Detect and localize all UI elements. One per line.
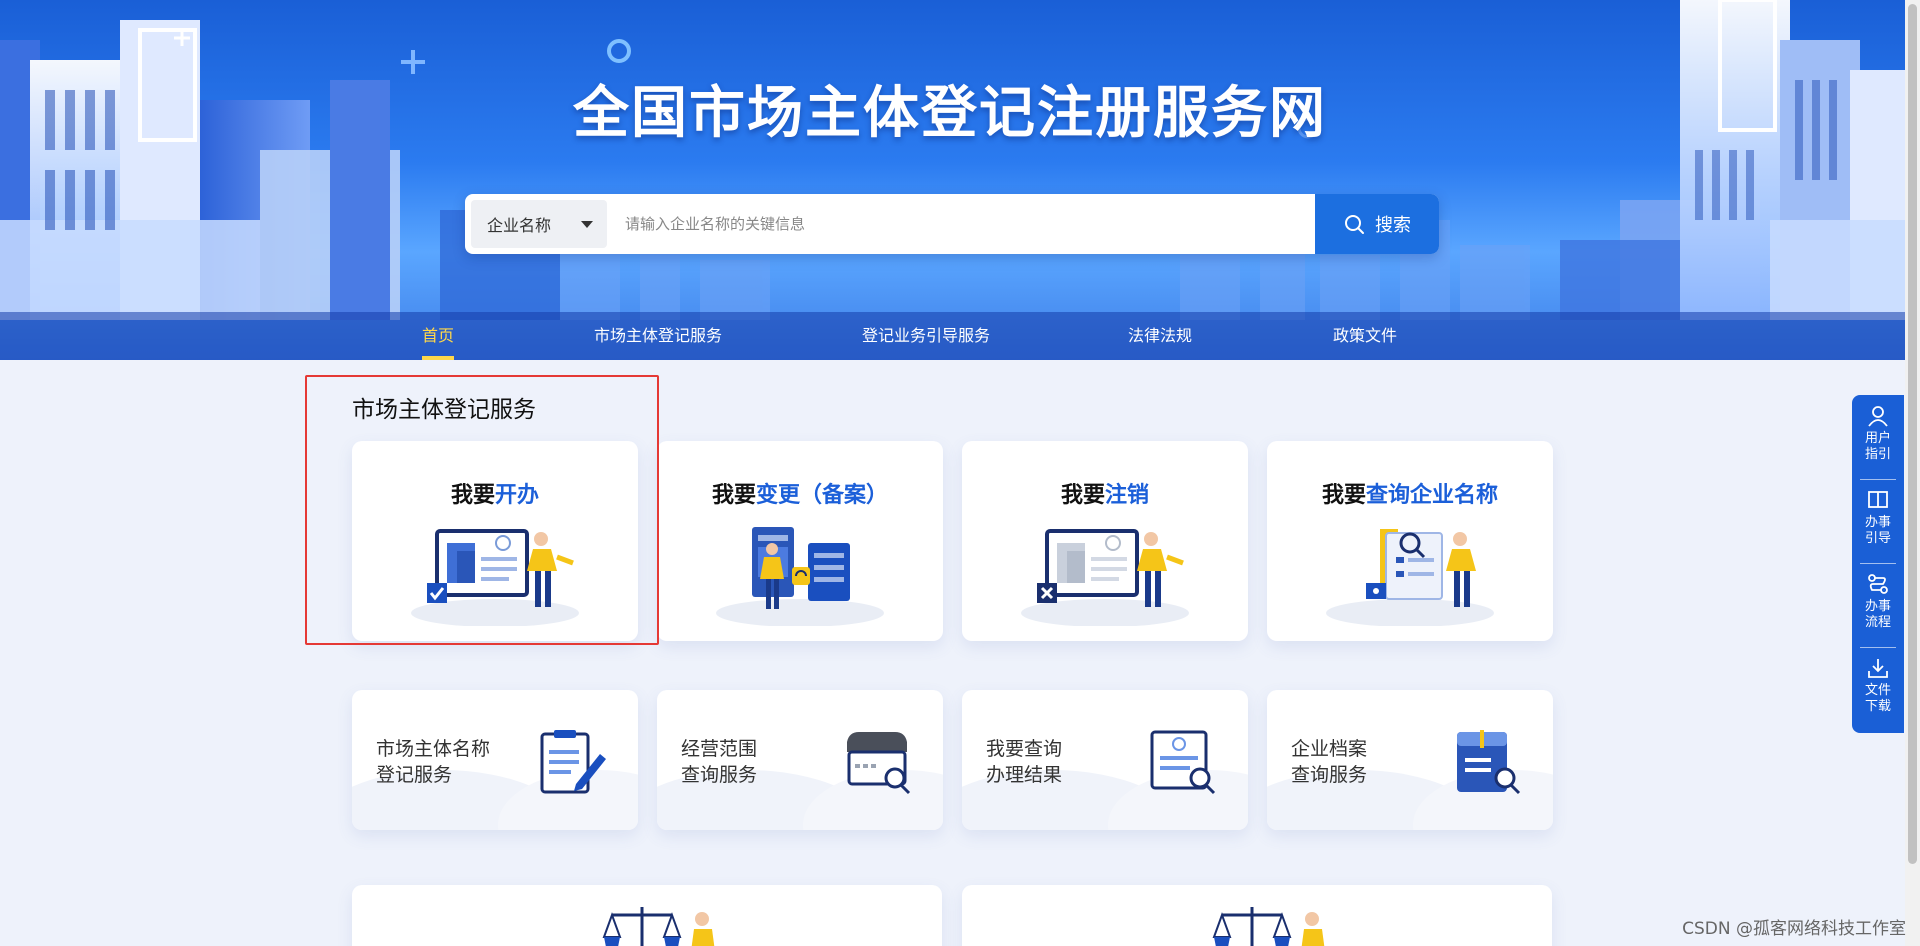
float-item-service-flow[interactable]: 办事 流程 [1852,563,1904,647]
right-float-toolbar: 用户 指引 办事 引导 办事 流程 文件 下载 [1852,395,1904,733]
watermark: CSDN @孤客网络科技工作室 [1682,919,1906,939]
float-item-label: 办事 流程 [1864,599,1891,630]
float-item-user-guide[interactable]: 用户 指引 [1852,395,1904,479]
card-title: 我要查询企业名称 [1321,483,1499,508]
highlight-box [305,375,659,645]
service-card-label: 企业档案 查询服务 [1291,738,1368,786]
bottom-card-right[interactable] [962,885,1552,946]
search-input[interactable] [615,200,1275,248]
nav-item-home[interactable]: 首页 [422,312,455,360]
city-skyline-background [0,0,1920,320]
service-card-archive-query[interactable]: 企业档案 查询服务 [1267,690,1553,830]
float-item-label: 用户 指引 [1864,431,1891,462]
bottom-card-left[interactable] [352,885,942,946]
float-item-service-guide[interactable]: 办事 引导 [1852,479,1904,563]
scales-of-justice-illustration [602,907,715,946]
service-card-label: 市场主体名称 登记服务 [376,738,491,786]
archive-search-icon [1457,730,1521,795]
card-title: 我要变更（备案） [711,483,889,508]
search-bar: 企业名称 搜索 [465,194,1439,254]
service-card-label: 我要查询 办理结果 [986,738,1063,786]
query-name-illustration [1326,529,1494,626]
service-card-query-result[interactable]: 我要查询 办理结果 [962,690,1248,830]
download-icon [1868,659,1888,678]
scales-of-justice-illustration [1212,907,1325,946]
deregister-illustration [1021,529,1189,626]
chevron-down-icon [581,221,593,228]
flow-icon [1868,574,1888,594]
service-card-business-scope[interactable]: 经营范围 查询服务 [657,690,943,830]
shop-search-icon [847,732,911,795]
scrollbar-thumb[interactable] [1908,4,1917,864]
card-query-name[interactable]: 我要查询企业名称 [1267,441,1553,641]
change-filing-illustration [716,527,884,626]
search-icon [1345,215,1364,234]
service-card-label: 经营范围 查询服务 [681,738,758,786]
service-card-name-registration[interactable]: 市场主体名称 登记服务 [352,690,638,830]
float-item-label: 文件 下载 [1864,683,1891,714]
search-button[interactable]: 搜索 [1315,194,1439,254]
nav-item-registration-service[interactable]: 市场主体登记服务 [594,312,722,360]
site-title: 全国市场主体登记注册服务网 [573,81,1327,146]
main-nav: 首页 市场主体登记服务 登记业务引导服务 法律法规 政策文件 [0,312,1920,360]
float-item-file-download[interactable]: 文件 下载 [1852,647,1904,731]
nav-item-laws[interactable]: 法律法规 [1128,312,1192,360]
search-type-select[interactable]: 企业名称 [471,200,607,248]
header-banner: 全国市场主体登记注册服务网 企业名称 搜索 首页 市场主体登记服务 登记业务引导… [0,0,1920,360]
clipboard-pen-icon [540,730,606,794]
card-title: 我要注销 [1060,483,1150,508]
float-item-label: 办事 引导 [1864,515,1891,546]
book-icon [1868,491,1888,508]
card-deregister[interactable]: 我要注销 [962,441,1248,641]
certificate-search-icon [1150,730,1216,795]
vertical-scrollbar[interactable] [1905,0,1920,946]
nav-item-guidance-service[interactable]: 登记业务引导服务 [862,312,990,360]
nav-item-policy-docs[interactable]: 政策文件 [1333,312,1397,360]
search-type-label: 企业名称 [487,216,552,235]
card-change-filing[interactable]: 我要变更（备案） [657,441,943,641]
search-button-label: 搜索 [1375,215,1411,236]
user-icon [1868,406,1888,427]
